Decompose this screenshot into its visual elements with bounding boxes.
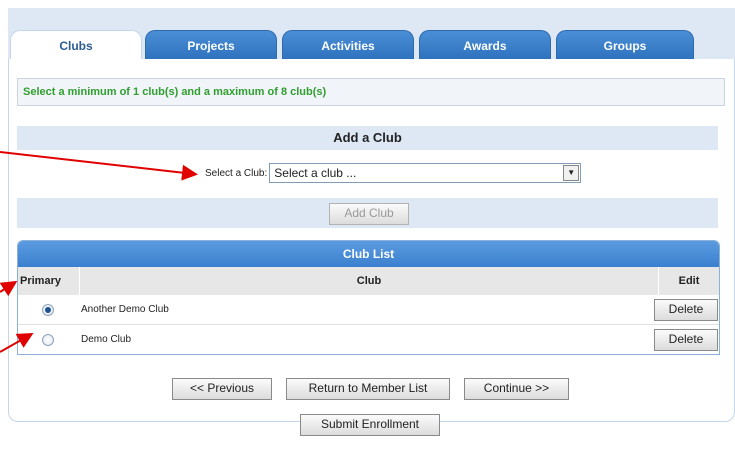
column-edit: Edit [678,275,700,287]
table-row: Another Demo Club Delete [18,295,719,325]
club-select[interactable]: Select a club ... ▼ [269,163,582,183]
submit-enrollment-button[interactable]: Submit Enrollment [300,414,440,436]
table-row: Demo Club Delete [18,325,719,354]
add-club-header: Add a Club [17,126,718,150]
select-club-label: Select a Club: [205,167,268,179]
primary-radio-selected[interactable] [42,303,54,316]
tab-awards[interactable]: Awards [419,30,551,59]
select-club-row: Select a Club: Select a club ... ▼ [205,162,582,184]
club-limit-notice: Select a minimum of 1 club(s) and a maxi… [17,78,725,106]
tab-groups[interactable]: Groups [556,30,694,59]
column-primary: Primary [18,267,80,295]
club-select-value: Select a club ... [274,166,357,180]
return-to-member-list-button[interactable]: Return to Member List [286,378,450,400]
tab-clubs[interactable]: Clubs [10,30,142,61]
club-name: Another Demo Club [81,304,169,315]
dropdown-arrow-icon[interactable]: ▼ [563,165,580,181]
club-name: Demo Club [81,334,132,345]
continue-button[interactable]: Continue >> [464,378,569,400]
delete-button[interactable]: Delete [654,298,718,321]
add-club-button[interactable]: Add Club [329,203,409,225]
primary-radio[interactable] [42,333,54,346]
previous-button[interactable]: << Previous [172,378,272,400]
tab-projects[interactable]: Projects [145,30,277,59]
column-club: Club [80,267,659,295]
delete-button[interactable]: Delete [654,328,718,351]
tab-activities[interactable]: Activities [282,30,414,59]
club-list-table: Club List Primary Club Edit Another Demo… [17,240,720,355]
club-list-title: Club List [18,241,719,267]
club-list-columns: Primary Club Edit [18,267,719,295]
